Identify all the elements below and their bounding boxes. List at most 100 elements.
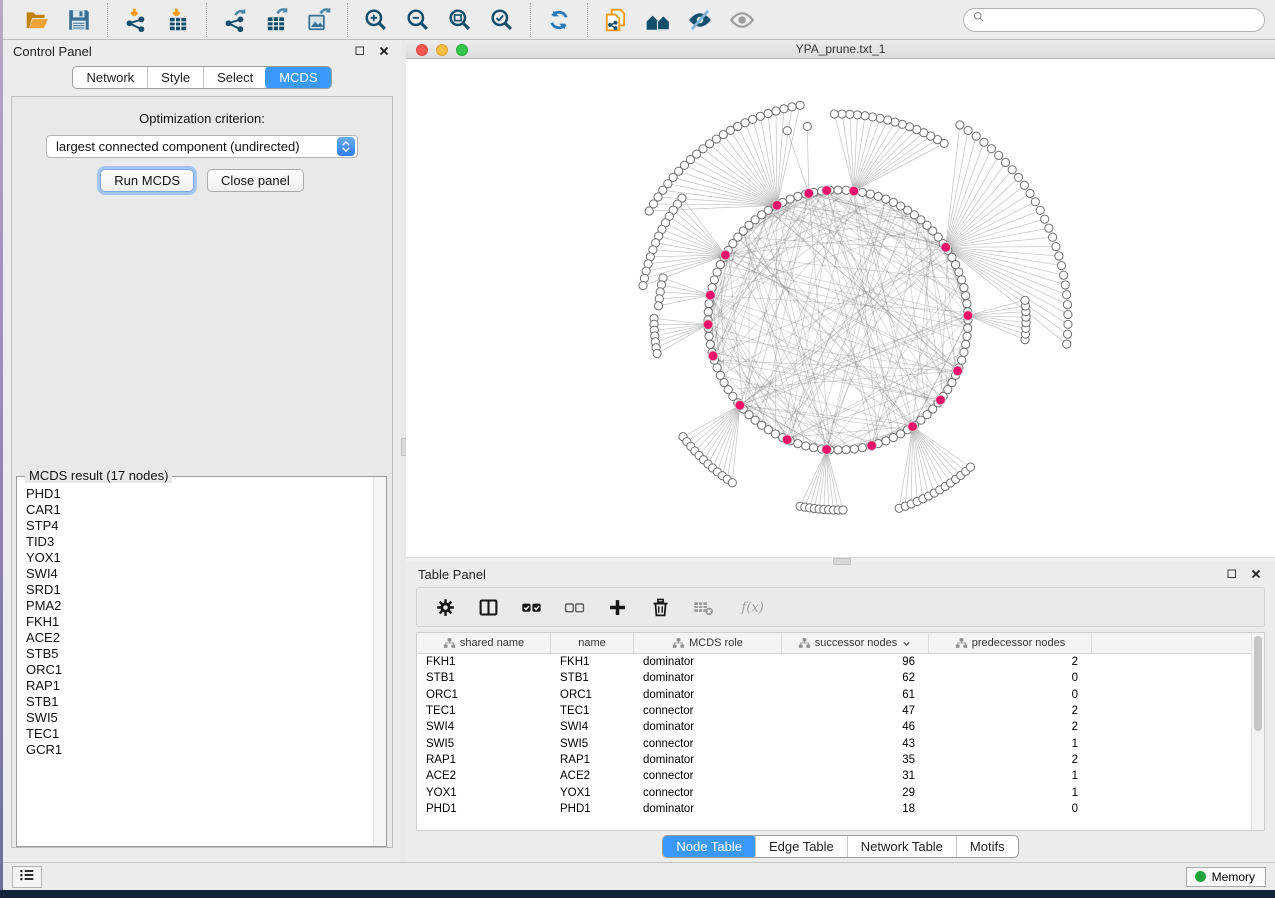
column-header-shared-name[interactable]: shared name <box>417 633 551 653</box>
tab-node-table[interactable]: Node Table <box>662 835 756 858</box>
add-column-icon <box>607 597 628 618</box>
cell-shared_name: SWI4 <box>417 721 551 733</box>
float-table-panel-icon[interactable] <box>1225 567 1239 581</box>
table-row[interactable]: ACE2ACE2connector311 <box>417 768 1264 784</box>
mcds-result-item: SRD1 <box>26 582 371 598</box>
cell-successor_nodes: 96 <box>782 656 929 668</box>
export-network-icon <box>222 7 248 33</box>
refresh-button[interactable] <box>544 5 574 35</box>
table-scrollbar[interactable] <box>1251 633 1264 830</box>
column-label: shared name <box>460 637 524 649</box>
column-header-MCDS-role[interactable]: MCDS role <box>634 633 782 653</box>
gear-button[interactable] <box>433 595 457 619</box>
cell-name: RAP1 <box>551 754 634 766</box>
show-all-button[interactable] <box>727 5 757 35</box>
mcds-result-item: PMA2 <box>26 598 371 614</box>
cell-shared_name: YOX1 <box>417 787 551 799</box>
export-network-button[interactable] <box>220 5 250 35</box>
table-row[interactable]: TEC1TEC1connector472 <box>417 703 1264 719</box>
function-builder-button[interactable]: f(x) <box>734 595 758 619</box>
cell-mcds_role: dominator <box>634 803 782 815</box>
tab-style[interactable]: Style <box>147 67 203 88</box>
zoom-out-button[interactable] <box>403 5 433 35</box>
tab-network[interactable]: Network <box>73 67 147 88</box>
gear-icon <box>435 597 456 618</box>
zoom-selected-icon <box>489 7 515 33</box>
import-network-button[interactable] <box>121 5 151 35</box>
first-neighbors-icon <box>645 7 671 33</box>
table-splitter[interactable] <box>406 557 1275 562</box>
zoom-fit-icon <box>447 7 473 33</box>
deselect-all-button[interactable] <box>562 595 586 619</box>
table-scrollbar-thumb[interactable] <box>1254 636 1262 731</box>
task-history-button[interactable] <box>12 866 42 888</box>
close-table-panel-icon[interactable] <box>1249 567 1263 581</box>
zoom-selected-button[interactable] <box>487 5 517 35</box>
tab-network-table[interactable]: Network Table <box>847 836 956 857</box>
save-icon <box>66 7 92 33</box>
control-panel-tabs: NetworkStyleSelectMCDS <box>72 66 331 89</box>
network-view-canvas[interactable] <box>406 59 1275 557</box>
split-view-button[interactable] <box>476 595 500 619</box>
clone-network-button[interactable] <box>601 5 631 35</box>
select-all-button[interactable] <box>519 595 543 619</box>
run-mcds-button[interactable]: Run MCDS <box>100 169 194 192</box>
close-panel-icon[interactable] <box>377 44 391 58</box>
network-window-titlebar[interactable]: YPA_prune.txt_1 <box>406 40 1275 59</box>
mcds-result-list[interactable]: PHD1CAR1STP4TID3YOX1SWI4SRD1PMA2FKH1ACE2… <box>17 477 373 846</box>
cell-predecessor_nodes: 2 <box>929 705 1092 717</box>
hide-selected-button[interactable] <box>685 5 715 35</box>
first-neighbors-button[interactable] <box>643 5 673 35</box>
cell-successor_nodes: 46 <box>782 721 929 733</box>
float-panel-icon[interactable] <box>353 44 367 58</box>
tab-select[interactable]: Select <box>203 67 266 88</box>
import-table-button[interactable] <box>163 5 193 35</box>
cell-name: SWI5 <box>551 738 634 750</box>
criterion-select[interactable]: largest connected component (undirected) <box>46 135 358 158</box>
table-row[interactable]: RAP1RAP1dominator352 <box>417 752 1264 768</box>
table-row[interactable]: ORC1ORC1dominator610 <box>417 687 1264 703</box>
cytoscape-window: Control Panel NetworkStyleSelectMCDS Opt… <box>3 0 1275 890</box>
delete-column-button[interactable] <box>648 595 672 619</box>
cell-predecessor_nodes: 1 <box>929 787 1092 799</box>
tab-edge-table[interactable]: Edge Table <box>755 836 847 857</box>
close-panel-button[interactable]: Close panel <box>207 169 304 192</box>
column-header-successor-nodes[interactable]: successor nodes <box>782 633 929 653</box>
namespace-icon <box>672 637 685 650</box>
close-window-icon[interactable] <box>416 44 428 56</box>
function-builder-icon: f(x) <box>734 597 768 618</box>
export-table-button[interactable] <box>262 5 292 35</box>
table-row[interactable]: FKH1FKH1dominator962 <box>417 654 1264 670</box>
table-toolbar: f(x) <box>416 587 1265 627</box>
table-row[interactable]: SWI4SWI4dominator462 <box>417 719 1264 735</box>
minimize-window-icon[interactable] <box>436 44 448 56</box>
memory-label: Memory <box>1212 870 1255 884</box>
delete-table-button[interactable] <box>691 595 715 619</box>
zoom-in-button[interactable] <box>361 5 391 35</box>
result-scrollbar[interactable] <box>373 477 386 846</box>
save-button[interactable] <box>64 5 94 35</box>
zoom-window-icon[interactable] <box>456 44 468 56</box>
table-row[interactable]: YOX1YOX1connector291 <box>417 784 1264 800</box>
mcds-result-item: SWI4 <box>26 566 371 582</box>
add-column-button[interactable] <box>605 595 629 619</box>
column-header-predecessor-nodes[interactable]: predecessor nodes <box>929 633 1092 653</box>
mcds-result-title: MCDS result (17 nodes) <box>25 469 172 483</box>
mcds-result-item: PHD1 <box>26 486 371 502</box>
table-row[interactable]: PHD1PHD1dominator180 <box>417 801 1264 817</box>
cell-name: YOX1 <box>551 787 634 799</box>
memory-button[interactable]: Memory <box>1186 867 1266 887</box>
search-input[interactable] <box>990 13 1256 27</box>
column-header-name[interactable]: name <box>551 633 634 653</box>
tab-motifs[interactable]: Motifs <box>956 836 1018 857</box>
open-folder-button[interactable] <box>22 5 52 35</box>
export-image-icon <box>306 7 332 33</box>
table-row[interactable]: STB1STB1dominator620 <box>417 670 1264 686</box>
table-row[interactable]: SWI5SWI5connector431 <box>417 735 1264 751</box>
mcds-result-item: STP4 <box>26 518 371 534</box>
cell-name: ACE2 <box>551 770 634 782</box>
search-box[interactable] <box>963 8 1265 32</box>
zoom-fit-button[interactable] <box>445 5 475 35</box>
tab-mcds[interactable]: MCDS <box>265 66 331 89</box>
export-image-button[interactable] <box>304 5 334 35</box>
